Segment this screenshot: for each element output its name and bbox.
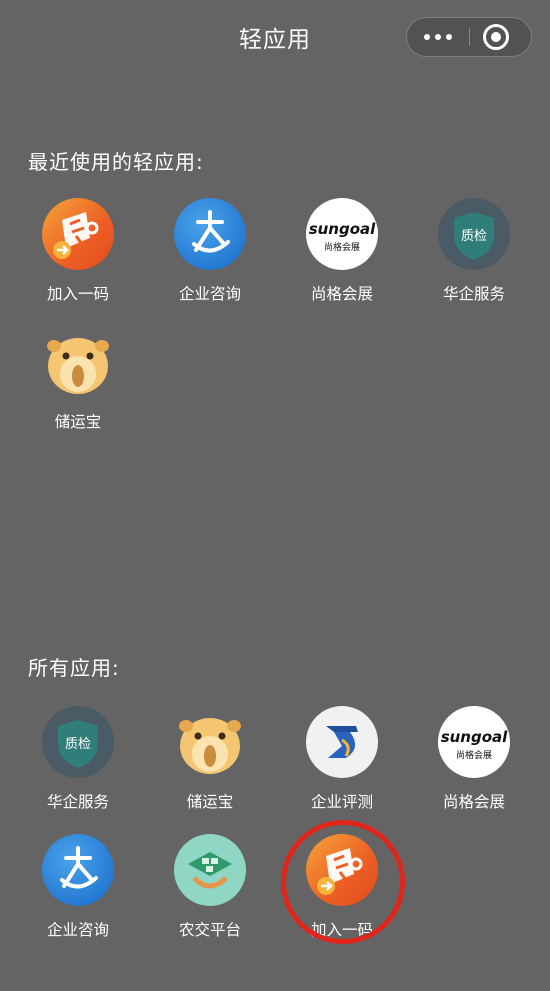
recent-section-title: 最近使用的轻应用: xyxy=(28,150,204,174)
sungoal-logo-icon: sungoal 尚格会展 xyxy=(438,706,510,778)
all-apps-grid: 质检 华企服务 储运宝 企业评测 sungoal 尚格会展 尚格会展 企业咨询 … xyxy=(12,706,540,940)
zhijian-shield-icon: 质检 xyxy=(42,706,114,778)
recent-app-shanggehuizhan[interactable]: sungoal 尚格会展 尚格会展 xyxy=(276,198,408,304)
top-bar: 轻应用 xyxy=(0,0,550,80)
all-app-chuyunbao[interactable]: 储运宝 xyxy=(144,706,276,812)
all-apps-section-title: 所有应用: xyxy=(28,656,120,680)
hamster-icon xyxy=(42,326,114,398)
all-app-qiyezixun[interactable]: 企业咨询 xyxy=(12,834,144,940)
recent-app-jiaruyima[interactable]: 加入一码 xyxy=(12,198,144,304)
app-label: 加入一码 xyxy=(46,285,109,303)
qiyepingce-logo-icon xyxy=(306,706,378,778)
all-app-nongjiaopingtai[interactable]: 农交平台 xyxy=(144,834,276,940)
app-label: 企业咨询 xyxy=(178,285,241,303)
app-label: 华企服务 xyxy=(46,793,109,811)
jiaruyima-logo-icon xyxy=(42,198,114,270)
app-label: 储运宝 xyxy=(186,793,234,811)
highlight-circle xyxy=(281,820,405,944)
mini-program-capsule xyxy=(406,17,532,57)
app-label: 华企服务 xyxy=(442,285,505,303)
all-app-huaqifuwu[interactable]: 质检 华企服务 xyxy=(12,706,144,812)
zhijian-shield-icon: 质检 xyxy=(438,198,510,270)
recent-app-huaqifuwu[interactable]: 质检 华企服务 xyxy=(408,198,540,304)
svg-text:尚格会展: 尚格会展 xyxy=(324,241,360,253)
app-label: 企业评测 xyxy=(310,793,373,811)
svg-text:尚格会展: 尚格会展 xyxy=(456,749,492,761)
app-label: 农交平台 xyxy=(178,921,241,939)
all-app-shanggehuizhan[interactable]: sungoal 尚格会展 尚格会展 xyxy=(408,706,540,812)
qiyezixun-logo-icon xyxy=(42,834,114,906)
qiyezixun-logo-icon xyxy=(174,198,246,270)
close-icon[interactable] xyxy=(483,24,509,50)
svg-text:质检: 质检 xyxy=(65,737,91,752)
app-label: 企业咨询 xyxy=(46,921,109,939)
more-options-icon[interactable] xyxy=(407,18,469,56)
svg-text:sungoal: sungoal xyxy=(309,220,376,238)
app-label: 储运宝 xyxy=(54,413,102,431)
all-app-qiyepingce[interactable]: 企业评测 xyxy=(276,706,408,812)
app-label: 尚格会展 xyxy=(442,793,505,811)
recent-apps-grid: 加入一码 企业咨询 sungoal 尚格会展 尚格会展 质检 华企服务 储运宝 xyxy=(12,198,540,432)
svg-text:质检: 质检 xyxy=(461,229,487,244)
capsule-divider xyxy=(469,28,470,46)
sungoal-logo-icon: sungoal 尚格会展 xyxy=(306,198,378,270)
app-label: 尚格会展 xyxy=(310,285,373,303)
nongjiao-logo-icon xyxy=(174,834,246,906)
hamster-icon xyxy=(174,706,246,778)
svg-text:sungoal: sungoal xyxy=(441,728,508,746)
recent-app-chuyunbao[interactable]: 储运宝 xyxy=(12,326,144,432)
recent-app-qiyezixun[interactable]: 企业咨询 xyxy=(144,198,276,304)
